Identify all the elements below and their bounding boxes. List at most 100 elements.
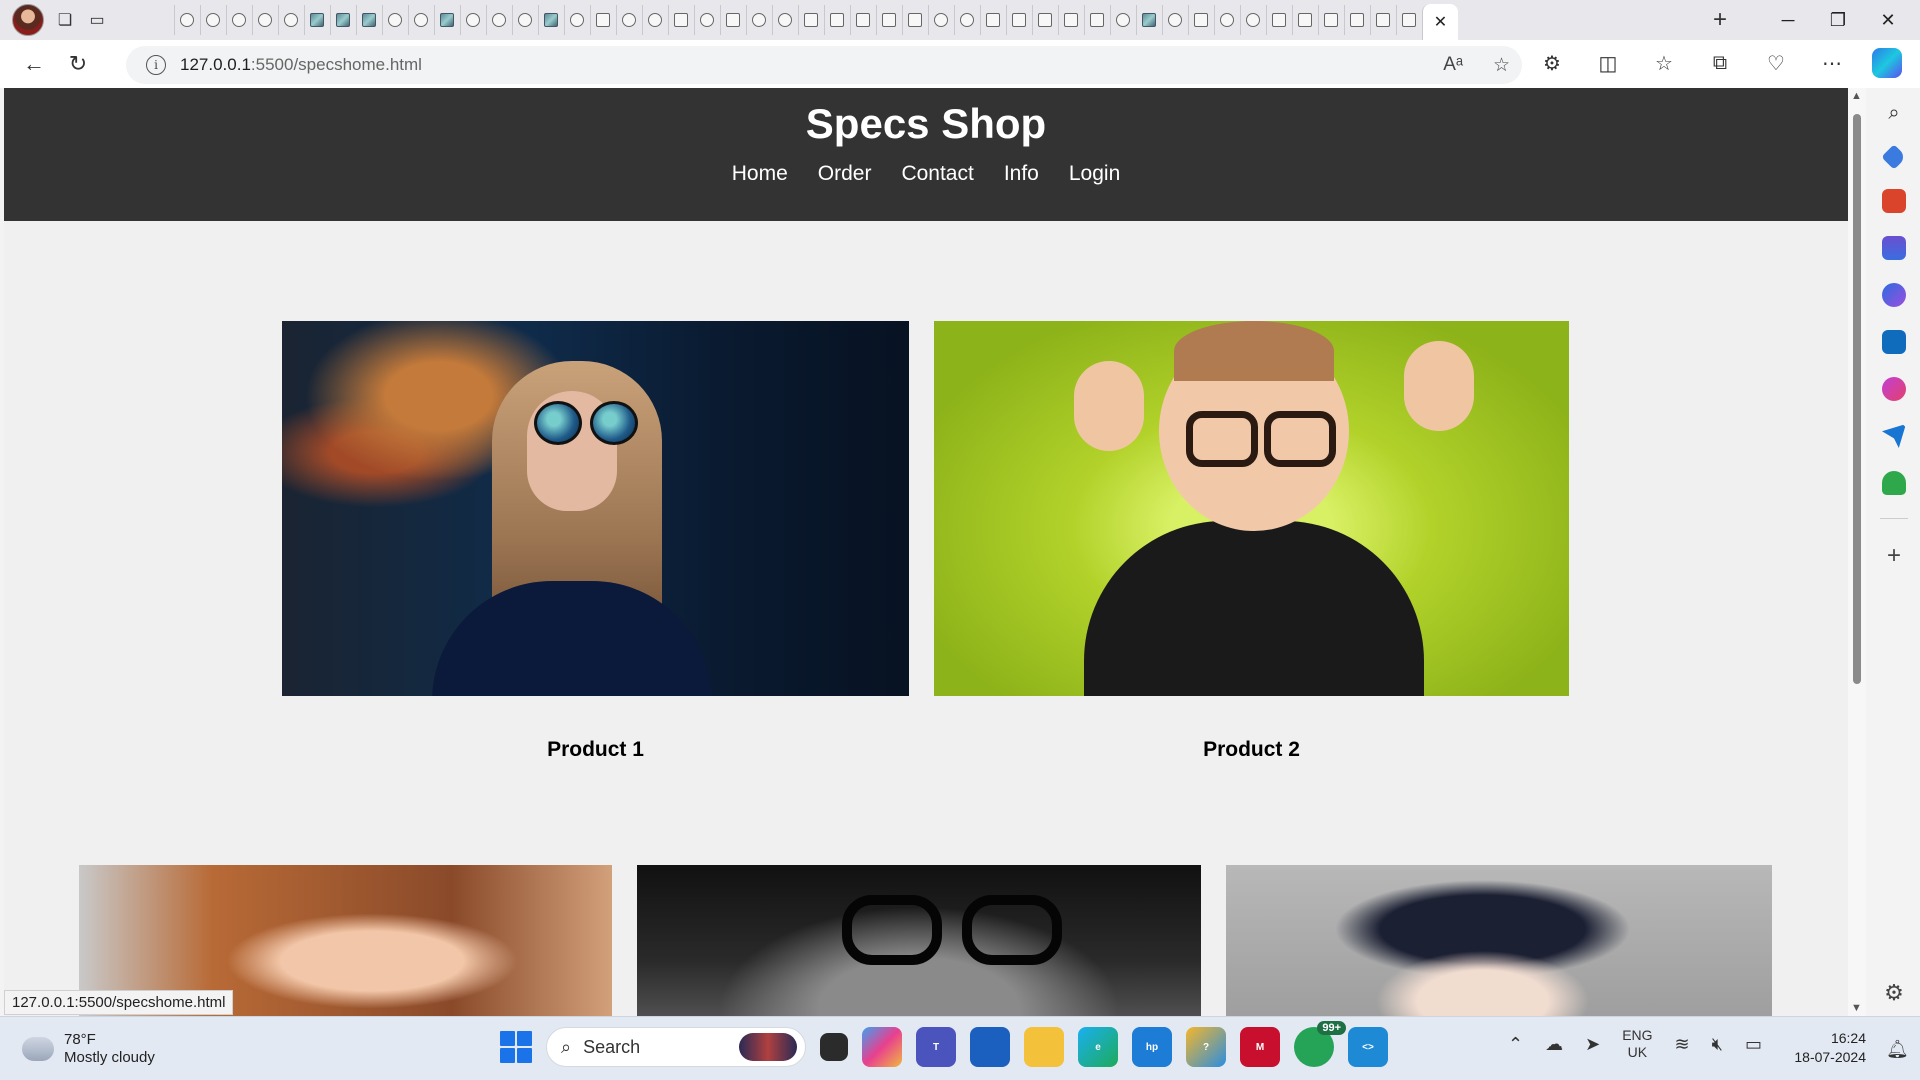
tab[interactable] (590, 5, 614, 35)
tab[interactable] (954, 5, 978, 35)
chevron-up-icon[interactable]: ⌃ (1508, 1034, 1523, 1055)
tab[interactable] (798, 5, 822, 35)
scrollbar-thumb[interactable] (1853, 114, 1861, 684)
tools-icon[interactable] (1882, 189, 1906, 213)
designer-icon[interactable] (1882, 377, 1906, 401)
tree-icon[interactable] (1882, 471, 1906, 495)
more-menu-icon[interactable]: ⋯ (1816, 51, 1848, 76)
restore-button[interactable]: ❐ (1820, 10, 1856, 31)
tab[interactable] (824, 5, 848, 35)
tab[interactable] (174, 5, 198, 35)
read-aloud-icon[interactable]: A͏ᵃ (1443, 54, 1463, 77)
tab[interactable] (772, 5, 796, 35)
teams-icon[interactable]: T (916, 1027, 956, 1067)
location-icon[interactable]: ➤ (1585, 1034, 1600, 1055)
microsoft-365-icon[interactable] (1882, 283, 1906, 307)
tab[interactable] (1318, 5, 1342, 35)
tab[interactable] (1266, 5, 1290, 35)
tab[interactable] (278, 5, 302, 35)
nav-info-link[interactable]: Info (1004, 162, 1039, 186)
profile-avatar[interactable] (12, 4, 44, 36)
tab[interactable] (746, 5, 770, 35)
start-button[interactable] (500, 1031, 532, 1063)
edge-icon[interactable]: e (1078, 1027, 1118, 1067)
tab[interactable] (1188, 5, 1212, 35)
tab[interactable] (1058, 5, 1082, 35)
url-text[interactable]: 127.0.0.1:5500/specshome.html (180, 55, 422, 75)
tab-active[interactable]: ✕ (1422, 4, 1458, 40)
tab[interactable] (1214, 5, 1238, 35)
refresh-button[interactable]: ↻ (56, 46, 100, 82)
tab[interactable] (1136, 5, 1160, 35)
tab[interactable] (694, 5, 718, 35)
favorites-icon[interactable]: ☆ (1648, 51, 1680, 76)
tab[interactable] (902, 5, 926, 35)
copilot-app-icon[interactable] (862, 1027, 902, 1067)
close-tab-icon[interactable]: ✕ (1434, 12, 1447, 32)
tab[interactable] (1032, 5, 1056, 35)
scroll-down-icon[interactable]: ▼ (1851, 1002, 1862, 1014)
tab[interactable] (876, 5, 900, 35)
tab-actions-icon[interactable]: ▭ (86, 9, 108, 31)
tab[interactable] (850, 5, 874, 35)
tab[interactable] (980, 5, 1004, 35)
tab[interactable] (1110, 5, 1134, 35)
browser-essentials-icon[interactable]: ♡ (1760, 51, 1792, 76)
file-explorer-icon[interactable] (1024, 1027, 1064, 1067)
search-icon[interactable]: ⌕ (1888, 102, 1899, 125)
sidebar-settings-icon[interactable]: ⚙ (1884, 980, 1904, 1006)
tab[interactable] (1006, 5, 1030, 35)
tab[interactable] (616, 5, 640, 35)
tab[interactable] (928, 5, 952, 35)
mcafee-icon[interactable]: M (1240, 1027, 1280, 1067)
weather-widget[interactable]: 78°F Mostly cloudy (18, 1031, 155, 1067)
vscode-icon[interactable]: <> (1348, 1027, 1388, 1067)
split-screen-icon[interactable]: ◫ (1592, 51, 1624, 76)
onedrive-icon[interactable]: ☁ (1545, 1034, 1563, 1055)
nav-login-link[interactable]: Login (1069, 162, 1120, 186)
tab[interactable] (1162, 5, 1186, 35)
collections-icon[interactable]: ⧉ (1704, 52, 1736, 75)
site-info-icon[interactable]: i (146, 55, 166, 75)
wifi-icon[interactable]: ≋ (1675, 1034, 1690, 1055)
send-icon[interactable] (1882, 424, 1906, 448)
tab[interactable] (460, 5, 484, 35)
tab[interactable] (1240, 5, 1264, 35)
nav-contact-link[interactable]: Contact (901, 162, 973, 186)
tips-icon[interactable]: ? (1186, 1027, 1226, 1067)
language-indicator[interactable]: ENG UK (1622, 1027, 1652, 1061)
battery-icon[interactable]: ▭ (1745, 1034, 1762, 1055)
new-tab-button[interactable]: + (1700, 4, 1740, 36)
scroll-up-icon[interactable]: ▲ (1851, 90, 1862, 102)
minimize-button[interactable]: ─ (1770, 10, 1806, 31)
tab[interactable] (304, 5, 328, 35)
copilot-icon[interactable] (1872, 48, 1902, 78)
tab[interactable] (1396, 5, 1420, 35)
page-scrollbar[interactable]: ▲ ▼ (1848, 88, 1866, 1016)
shopping-tag-icon[interactable] (1881, 144, 1907, 170)
tab[interactable] (330, 5, 354, 35)
tab[interactable] (668, 5, 692, 35)
product-image[interactable] (282, 321, 909, 696)
nav-order-link[interactable]: Order (818, 162, 872, 186)
product-image[interactable] (637, 865, 1201, 1016)
close-window-button[interactable]: ✕ (1870, 10, 1906, 31)
tab[interactable] (356, 5, 380, 35)
tab[interactable] (1344, 5, 1368, 35)
tab[interactable] (382, 5, 406, 35)
product-image[interactable] (1226, 865, 1772, 1016)
tab[interactable] (512, 5, 536, 35)
back-button[interactable]: ← (12, 46, 56, 82)
tab[interactable] (720, 5, 744, 35)
tab[interactable] (1370, 5, 1394, 35)
notification-bell-icon[interactable]: 🔔︎ (1886, 1039, 1909, 1060)
clock[interactable]: 16:24 18-07-2024 (1780, 1029, 1866, 1067)
tab[interactable] (226, 5, 250, 35)
tab[interactable] (200, 5, 224, 35)
tab[interactable] (642, 5, 666, 35)
volume-muted-icon[interactable]: 🔇︎ (1712, 1034, 1723, 1055)
product-card[interactable] (1226, 865, 1772, 1016)
product-card[interactable] (637, 865, 1201, 1016)
tab[interactable] (486, 5, 510, 35)
tab[interactable] (1084, 5, 1108, 35)
